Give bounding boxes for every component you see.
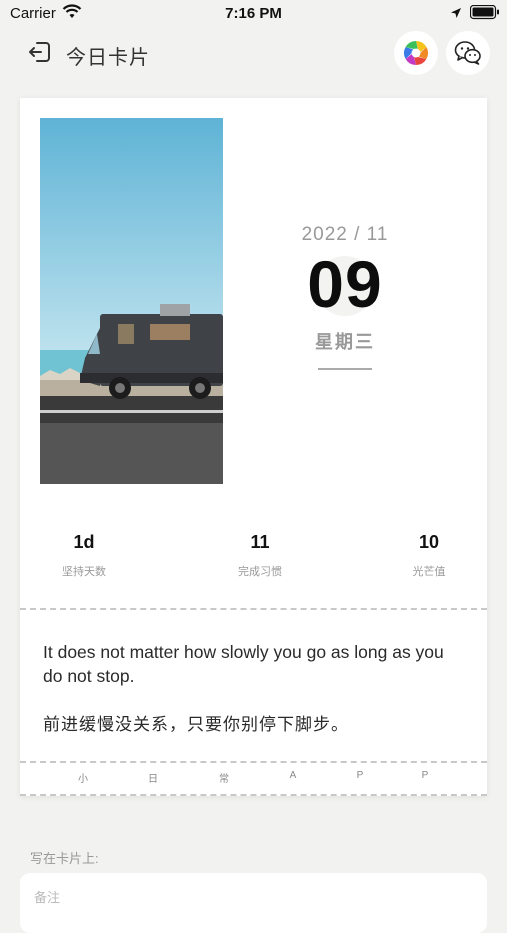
card-photo: [40, 118, 223, 484]
note-box: [20, 873, 487, 933]
stat-value: 11: [250, 532, 270, 552]
year-month: 2022 / 11: [301, 224, 389, 245]
brand-letter: A: [289, 770, 297, 781]
back-exit-icon[interactable]: [26, 39, 52, 65]
stat-habits-done: 11 完成习惯: [200, 532, 320, 579]
page-title: 今日卡片: [66, 47, 150, 69]
brand-letter: 常: [219, 774, 229, 785]
moments-share-button[interactable]: [394, 31, 438, 75]
stat-label: 坚持天数: [62, 566, 106, 578]
battery-icon: [469, 4, 500, 25]
quote-english: It does not matter how slowly you go as …: [43, 642, 444, 686]
brand-letter: P: [421, 770, 429, 781]
note-label: 写在卡片上:: [30, 851, 99, 866]
stats-row: 1d 坚持天数 11 完成习惯 10 光芒值: [20, 532, 487, 592]
camper-van-photo: [40, 118, 223, 484]
daily-card: 2022 / 11 09 星期三 1d 坚持天数 11 完成习惯 10 光芒值 …: [20, 98, 487, 796]
stat-streak-days: 1d 坚持天数: [24, 532, 144, 579]
stat-label: 光芒值: [412, 566, 446, 578]
note-input[interactable]: [32, 889, 456, 906]
date-divider: [318, 368, 372, 370]
date-block: 2022 / 11 09 星期三: [238, 224, 452, 370]
moments-aperture-icon: [403, 40, 429, 65]
stat-value: 1d: [73, 532, 95, 552]
nav-bar: 今日卡片: [0, 30, 507, 76]
day-wrap: 09: [238, 246, 452, 322]
stat-value: 10: [418, 532, 440, 552]
status-bar: Carrier 7:16 PM: [0, 0, 507, 28]
dashed-divider: [20, 608, 487, 610]
weekday: 星期三: [315, 332, 375, 352]
brand-letter: P: [356, 770, 364, 781]
brand-footer: 小 日 常 A P P: [20, 762, 487, 792]
wechat-share-button[interactable]: [446, 31, 490, 75]
stat-shine-points: 10 光芒值: [369, 532, 489, 579]
location-arrow-icon: [450, 6, 462, 24]
brand-letter: 日: [148, 774, 158, 785]
clock: 7:16 PM: [225, 5, 282, 22]
dashed-divider: [20, 794, 487, 796]
quote-chinese: 前进缓慢没关系，只要你别停下脚步。: [43, 715, 349, 734]
day-number: 09: [307, 247, 383, 321]
wechat-icon: [454, 41, 481, 65]
brand-letter: 小: [78, 774, 88, 785]
stat-label: 完成习惯: [238, 566, 282, 578]
